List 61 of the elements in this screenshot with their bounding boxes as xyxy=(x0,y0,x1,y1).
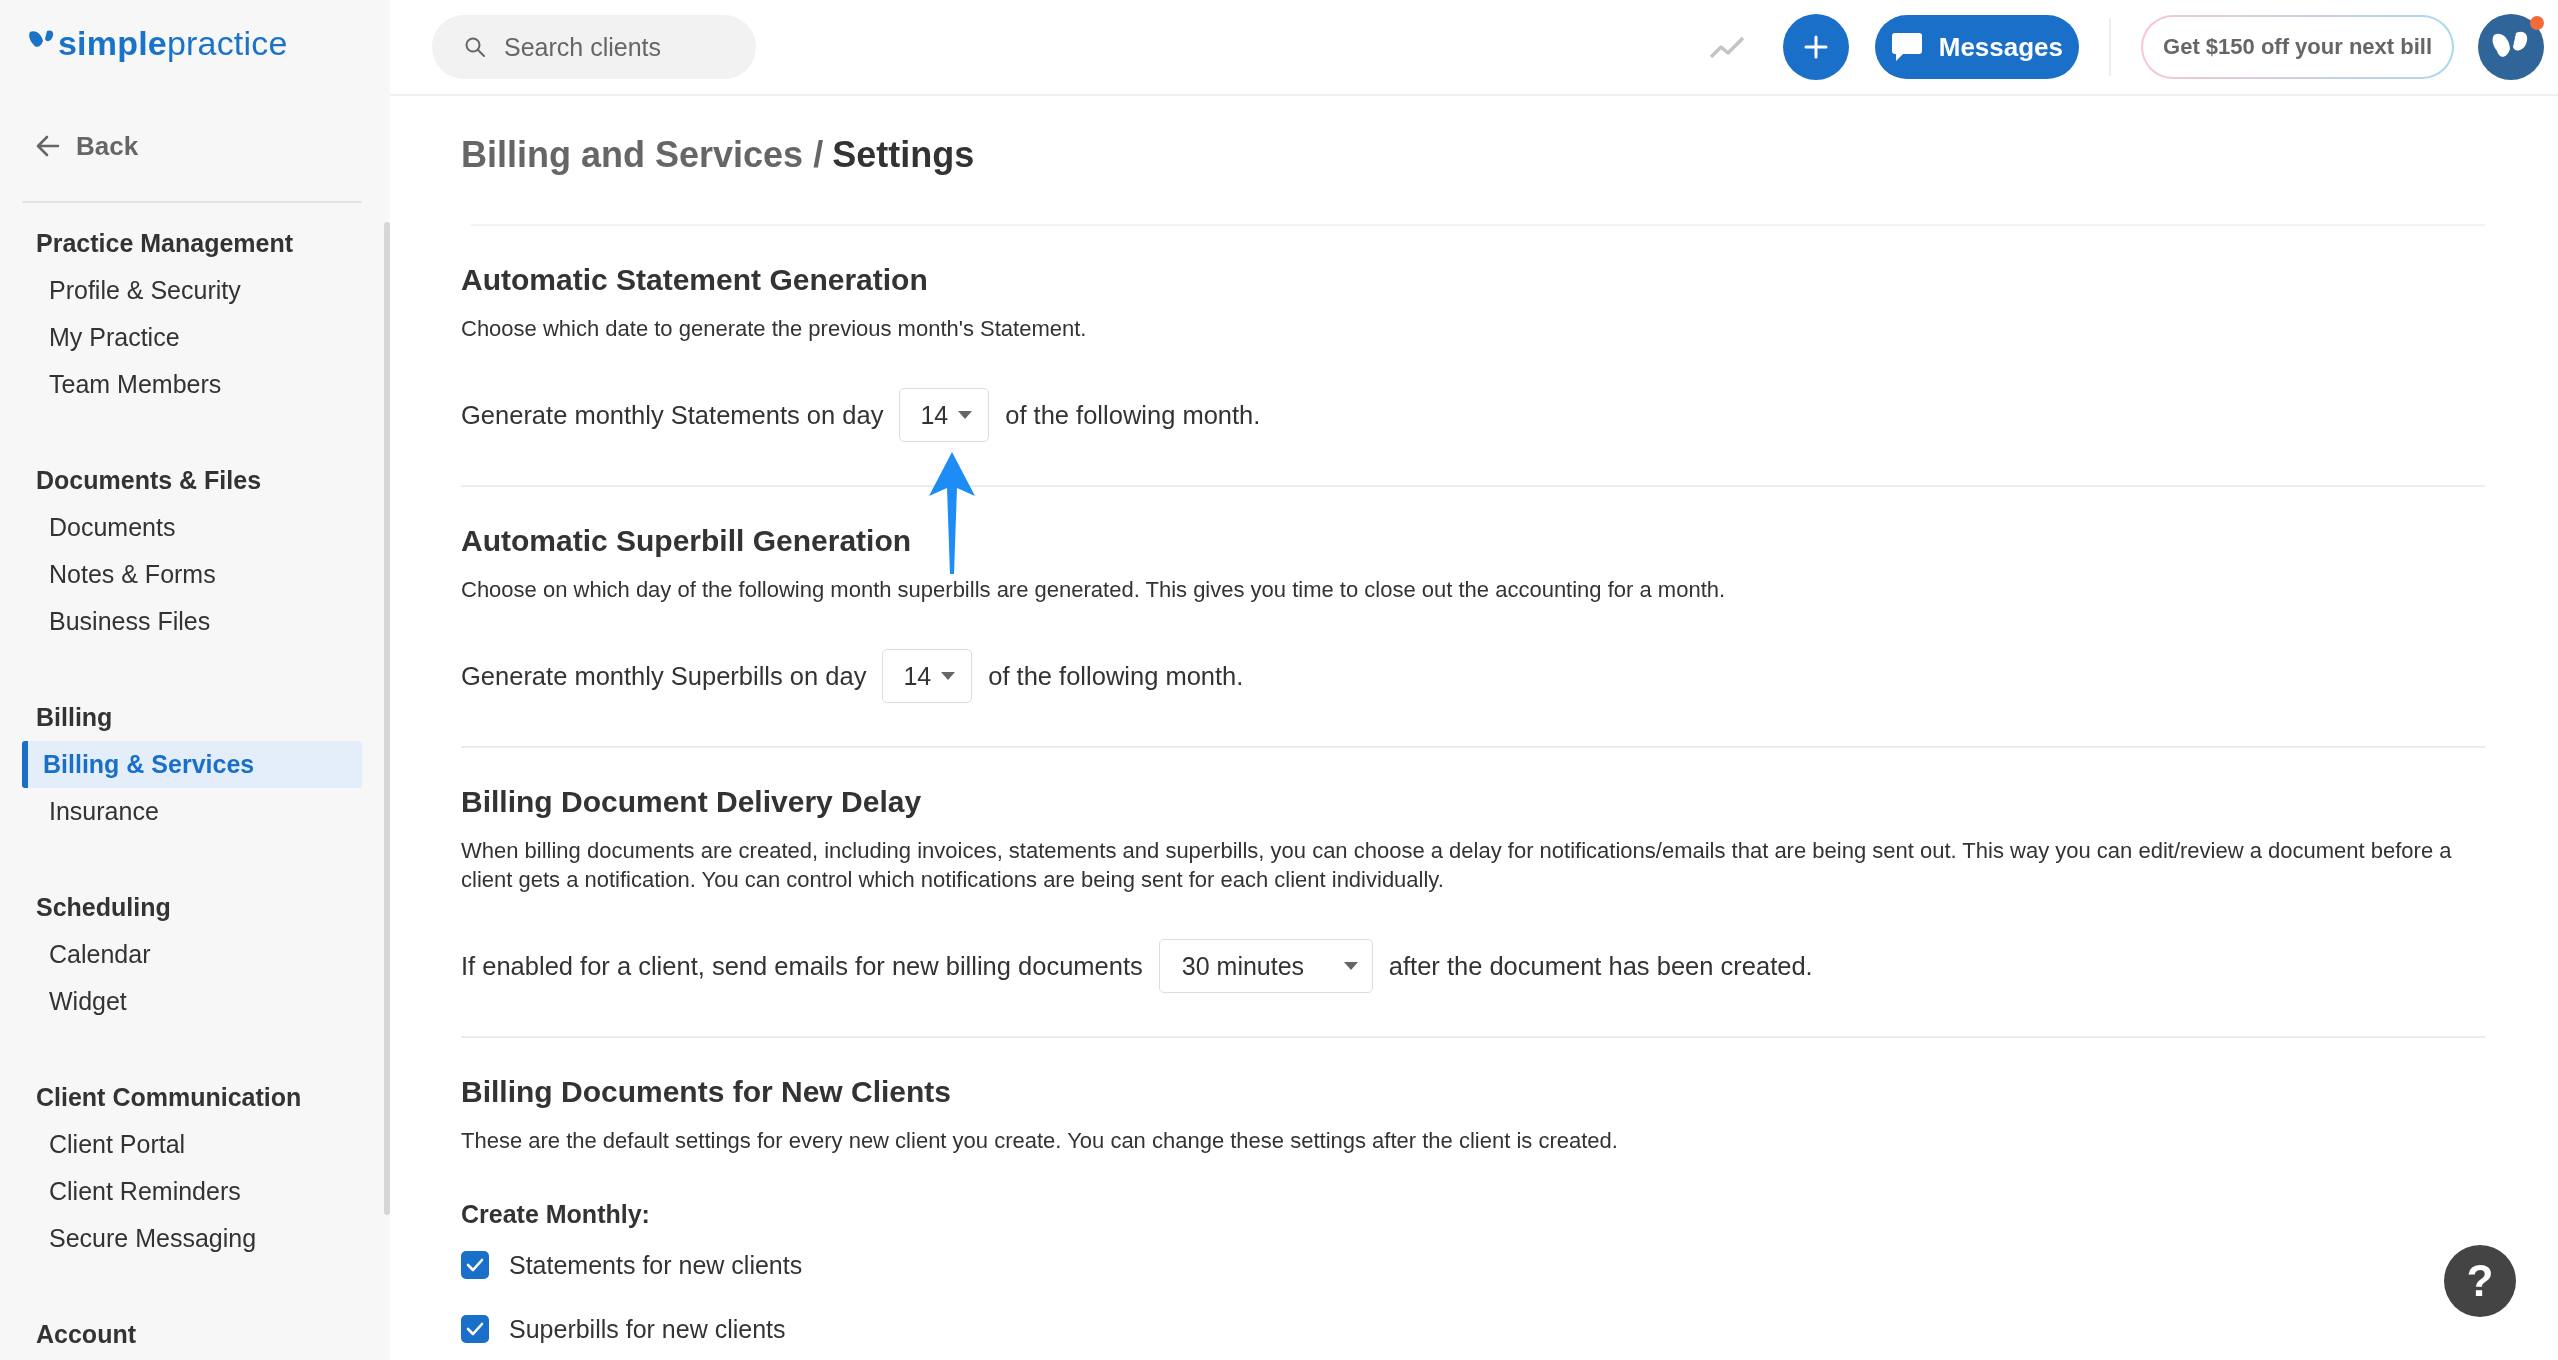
section-title: Practice Management xyxy=(35,228,295,259)
messages-button[interactable]: Messages xyxy=(1874,15,2080,79)
checkbox-label: Superbills for new clients xyxy=(509,1314,786,1344)
section-heading: Automatic Statement Generation xyxy=(461,262,929,298)
section-title: Client Communication xyxy=(35,1082,303,1113)
promo-button[interactable]: Get $150 off your next bill xyxy=(2141,15,2454,79)
sidebar-item[interactable]: Widget xyxy=(22,978,362,1025)
dropdown[interactable]: 14 xyxy=(882,649,973,703)
setting-label: Generate monthly Superbills on day xyxy=(461,661,867,691)
caret-icon xyxy=(941,672,956,680)
section-title: Documents & Files xyxy=(35,465,263,496)
help-button[interactable]: ? xyxy=(2444,1245,2516,1317)
check-icon xyxy=(466,1258,484,1272)
section-description: These are the default settings for every new client you create. You can change these settings after the client is created. xyxy=(461,1127,1619,1155)
chat-bubble-icon xyxy=(1890,32,1923,62)
dropdown[interactable]: 14 xyxy=(899,388,990,442)
page-title: Settings xyxy=(832,134,975,175)
sidebar-item[interactable]: My Practice xyxy=(22,314,362,361)
setting-label: of the following month. xyxy=(988,661,1244,691)
check-icon xyxy=(466,1322,484,1336)
setting-label: of the following month. xyxy=(1005,400,1261,430)
sidebar-item[interactable]: Billing & Services xyxy=(22,741,362,788)
breadcrumb-link[interactable]: Billing and Services / xyxy=(461,134,824,175)
back-arrow-icon xyxy=(36,135,60,157)
sidebar-item[interactable]: Notes & Forms xyxy=(22,551,362,598)
caret-icon xyxy=(958,411,973,419)
search-icon xyxy=(464,36,486,58)
sidebar-item[interactable]: Documents xyxy=(22,504,362,551)
scrollbar[interactable] xyxy=(384,222,390,1215)
section-title: Account xyxy=(35,1319,137,1350)
sidebar-item[interactable]: Client Reminders xyxy=(22,1168,362,1215)
search-field[interactable]: Search clients xyxy=(432,15,756,79)
back-link[interactable]: Back xyxy=(22,116,362,176)
plus-icon xyxy=(1803,35,1828,59)
sidebar-item[interactable]: Profile & Security xyxy=(22,267,362,314)
setting-label: Generate monthly Statements on day xyxy=(461,400,884,430)
dropdown[interactable]: 30 minutes xyxy=(1158,939,1373,993)
logo[interactable]: simplepractice xyxy=(58,23,288,63)
section-heading: Billing Document Delivery Delay xyxy=(461,784,923,820)
subheading: Create Monthly: xyxy=(461,1199,651,1229)
sidebar-item[interactable]: Secure Messaging xyxy=(22,1215,362,1262)
sidebar-item[interactable]: Calendar xyxy=(22,931,362,978)
section-title: Scheduling xyxy=(35,892,172,923)
caret-icon xyxy=(1343,962,1358,970)
checkbox[interactable] xyxy=(461,1315,489,1343)
trend-icon xyxy=(1708,35,1745,59)
butterfly-icon xyxy=(28,28,56,50)
section-description: Choose on which day of the following month superbills are generated. This gives you time to close out the accounting for a month. xyxy=(461,576,1727,604)
sidebar-item[interactable]: Insurance xyxy=(22,788,362,835)
setting-label: after the document has been created. xyxy=(1388,951,1813,981)
setting-label: If enabled for a client, send emails for new billing documents xyxy=(461,951,1143,981)
sidebar-item[interactable]: Team Members xyxy=(22,361,362,408)
checkbox[interactable] xyxy=(461,1251,489,1279)
section-heading: Automatic Superbill Generation xyxy=(461,523,913,559)
sidebar-item[interactable]: Business Files xyxy=(22,598,362,645)
section-heading: Billing Documents for New Clients xyxy=(461,1074,953,1110)
section-title: Billing xyxy=(35,702,114,733)
section-description: When billing documents are created, including invoices, statements and superbills, you can choose a delay for notifications/emails that are being sent out. This way you can edit/review a document before a client gets a notification. You can control which notifications are being sent for each client individually. xyxy=(461,837,2453,894)
section-description: Choose which date to generate the previous month's Statement. xyxy=(461,315,1088,343)
checkbox-label: Statements for new clients xyxy=(509,1250,803,1280)
sidebar-item[interactable]: Client Portal xyxy=(22,1121,362,1168)
